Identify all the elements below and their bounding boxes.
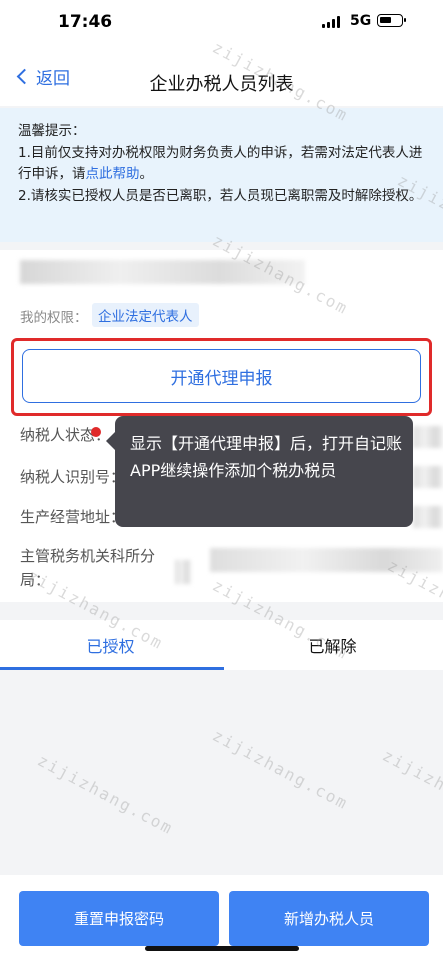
status-value-blurred (413, 426, 443, 448)
guide-tooltip: 显示【开通代理申报】后，打开自记账APP继续操作添加个税办税员 (106, 416, 413, 527)
help-link[interactable]: 点此帮助 (86, 166, 140, 182)
address-value-blurred (413, 506, 443, 528)
reset-password-button[interactable]: 重置申报密码 (19, 891, 219, 946)
watermark: zijizhang.com (209, 725, 352, 814)
authorization-tabs: 已授权 已解除 (0, 620, 443, 670)
notice-line-2: 2.请核实已授权人员是否已离职，若人员现已离职需及时解除授权。 (18, 187, 423, 204)
add-tax-staff-button[interactable]: 新增办税人员 (229, 891, 429, 946)
bottom-action-bar: 重置申报密码 新增办税人员 (0, 875, 443, 954)
tab-revoked[interactable]: 已解除 (222, 620, 443, 670)
tax-id-row-label: 纳税人识别号： (20, 468, 126, 486)
tooltip-marker-dot (91, 427, 101, 437)
notice-line-1: 1.目前仅支持对办税权限为财务负责人的申诉，若需对法定代表人进行申诉，请点此帮助… (18, 144, 423, 183)
battery-icon (377, 14, 406, 27)
active-tab-indicator (0, 667, 224, 670)
tab-authorized[interactable]: 已授权 (0, 620, 221, 670)
tax-office-value-blurred-2 (175, 560, 191, 584)
tooltip-text: 显示【开通代理申报】后，打开自记账APP继续操作添加个税办税员 (130, 434, 403, 480)
tooltip-arrow (106, 432, 115, 450)
status-bar: 17:46 5G (0, 0, 443, 46)
nav-bar: 返回 企业办税人员列表 (0, 46, 443, 106)
tax-office-value-blurred (210, 548, 443, 572)
notice-title: 温馨提示： (18, 123, 86, 139)
watermark: zijizhang.com (34, 750, 177, 839)
tax-office-row-label: 主管税务机关科所分局： (20, 547, 156, 589)
network-label: 5G (350, 13, 372, 29)
status-time: 17:46 (58, 12, 113, 32)
open-agent-declaration-button[interactable]: 开通代理申报 (22, 349, 421, 403)
address-row-label: 生产经营地址： (20, 508, 126, 526)
permission-label: 我的权限： (20, 310, 88, 326)
signal-icon (322, 16, 342, 28)
tax-id-value-blurred (413, 466, 443, 488)
watermark: zijizhang.com (379, 745, 443, 834)
notice-box: 温馨提示： 1.目前仅支持对办税权限为财务负责人的申诉，若需对法定代表人进行申诉… (0, 108, 443, 242)
company-name-blurred (20, 260, 305, 284)
home-indicator[interactable] (145, 946, 299, 951)
permission-tag: 企业法定代表人 (92, 303, 199, 327)
page-title: 企业办税人员列表 (149, 74, 294, 95)
